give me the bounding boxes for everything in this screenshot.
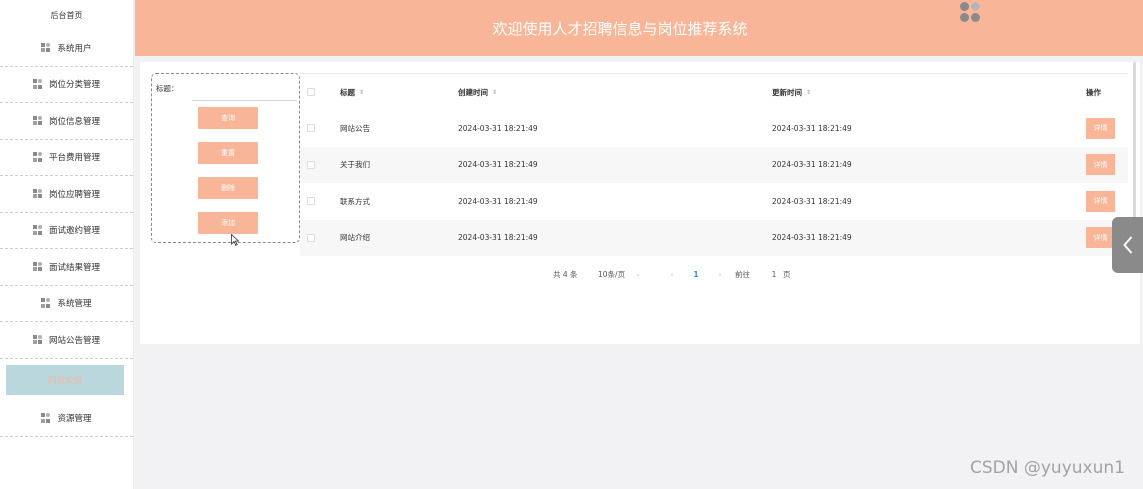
sidebar-item-label: 系统用户 [57, 43, 92, 54]
sidebar-item-label: 系统管理 [57, 299, 92, 310]
column-header-label: 更新时间 [772, 87, 802, 97]
watermark-text: CSDN @yuyuxun1 [970, 458, 1125, 478]
collapse-tab[interactable] [1112, 217, 1143, 273]
chevron-left-icon [1122, 236, 1132, 254]
sidebar-item-label: 岗位应聘管理 [48, 189, 100, 200]
delete-button[interactable]: 删除 [198, 177, 258, 199]
page-number-current[interactable]: 1 [684, 270, 708, 279]
column-header-label: 创建时间 [458, 87, 488, 97]
menu-icon [32, 261, 43, 272]
detail-button[interactable]: 详情 [1086, 227, 1115, 249]
pagination-total: 共 4 条 [553, 269, 578, 279]
cell-created: 2024-03-31 18:21:49 [458, 160, 538, 170]
sidebar-item-interview-invite[interactable]: 面试邀约管理 [0, 213, 133, 249]
cell-updated: 2024-03-31 18:21:49 [772, 123, 852, 133]
row-checkbox[interactable] [307, 197, 315, 206]
sidebar-item-resource-management[interactable]: 资源管理 [0, 401, 133, 437]
notice-table: 标题 ⇕ 创建时间 ⇕ 更新时间 ⇕ 操作 网站公告 2024-03-31 18:21… [300, 73, 1128, 256]
cell-created: 2024-03-31 18:21:49 [458, 196, 538, 206]
detail-button[interactable]: 详情 [1086, 117, 1115, 139]
title-filter-label: 标题： [156, 84, 179, 93]
sidebar: 后台首页 系统用户 岗位分类管理 岗位信息管理 平台费用管理 岗位应聘管理 面试… [0, 0, 134, 489]
sidebar-item-platform-fee[interactable]: 平台费用管理 [0, 140, 133, 176]
table-row: 关于我们 2024-03-31 18:21:49 2024-03-31 18:2… [300, 146, 1128, 183]
detail-button[interactable]: 详情 [1086, 190, 1115, 212]
cell-title: 网站介绍 [340, 233, 370, 243]
page-title: 欢迎使用人才招聘信息与岗位推荐系统 [492, 19, 748, 38]
vertical-scrollbar[interactable] [1133, 62, 1136, 222]
menu-icon [32, 79, 43, 89]
menu-icon [32, 115, 43, 126]
goto-page-input[interactable]: 1 [765, 270, 783, 279]
sidebar-item-job-info[interactable]: 岗位信息管理 [0, 103, 133, 140]
sidebar-item-label: 面试结果管理 [48, 262, 100, 273]
detail-button[interactable]: 详情 [1086, 154, 1115, 176]
menu-icon [41, 413, 51, 423]
table-row: 网站公告 2024-03-31 18:21:49 2024-03-31 18:2… [300, 110, 1128, 147]
sort-icon[interactable]: ⇕ [359, 89, 364, 96]
sidebar-item-site-notice[interactable]: 网站公告管理 [0, 322, 133, 359]
column-header-label: 标题 [340, 87, 355, 97]
app-logo-icon [960, 1, 981, 22]
column-header-operation: 操作 [1086, 87, 1101, 97]
row-checkbox[interactable] [307, 124, 315, 133]
cell-created: 2024-03-31 18:21:49 [458, 123, 538, 133]
sidebar-item-label: 资源管理 [57, 414, 92, 425]
select-all-checkbox[interactable] [307, 88, 315, 96]
table-row: 网站介绍 2024-03-31 18:21:49 2024-03-31 18:2… [300, 219, 1128, 256]
goto-label: 前往 [735, 269, 750, 279]
sidebar-subitem-label: 网站公告 [47, 375, 82, 386]
menu-icon [32, 334, 43, 345]
menu-icon [32, 225, 43, 235]
row-checkbox[interactable] [307, 233, 315, 242]
table-header-row: 标题 ⇕ 创建时间 ⇕ 更新时间 ⇕ 操作 [300, 74, 1128, 110]
cell-updated: 2024-03-31 18:21:49 [772, 160, 852, 170]
sidebar-item-label: 岗位信息管理 [48, 116, 100, 127]
top-header: 欢迎使用人才招聘信息与岗位推荐系统 [135, 0, 1143, 56]
query-button[interactable]: 查询 [198, 107, 258, 129]
cell-created: 2024-03-31 18:21:49 [458, 233, 538, 243]
pagination: 共 4 条 10条/页 ⌄ ‹ 1 › 前往 1 页 [553, 266, 791, 282]
column-header-title[interactable]: 标题 ⇕ [340, 87, 364, 98]
sidebar-item-job-application[interactable]: 岗位应聘管理 [0, 176, 133, 213]
search-panel: 标题： 查询 重置 删除 添加 [151, 73, 300, 243]
page-size-select[interactable]: 10条/页 ⌄ [598, 269, 660, 280]
menu-icon [41, 298, 51, 308]
sort-icon[interactable]: ⇕ [492, 89, 497, 96]
menu-icon [32, 188, 43, 199]
column-header-created[interactable]: 创建时间 ⇕ [458, 87, 497, 98]
sidebar-item-system-management[interactable]: 系统管理 [0, 286, 133, 322]
cell-updated: 2024-03-31 18:21:49 [772, 196, 852, 206]
sidebar-home-label: 后台首页 [50, 10, 83, 20]
page-unit-label: 页 [783, 269, 791, 279]
sidebar-home-link[interactable]: 后台首页 [0, 0, 133, 30]
chevron-down-icon: ⌄ [635, 270, 641, 278]
menu-icon [41, 42, 51, 53]
sidebar-subitem-site-notice[interactable]: 网站公告 [6, 364, 124, 395]
row-checkbox[interactable] [307, 160, 315, 169]
sidebar-item-label: 面试邀约管理 [48, 226, 100, 237]
sort-icon[interactable]: ⇕ [806, 89, 811, 96]
next-page-icon[interactable]: › [708, 270, 732, 279]
add-button[interactable]: 添加 [198, 212, 258, 234]
sidebar-item-label: 平台费用管理 [48, 153, 100, 164]
sidebar-item-system-users[interactable]: 系统用户 [0, 30, 133, 67]
sidebar-item-label: 岗位分类管理 [48, 80, 100, 91]
table-row: 联系方式 2024-03-31 18:21:49 2024-03-31 18:2… [300, 183, 1128, 220]
column-header-updated[interactable]: 更新时间 ⇕ [772, 87, 811, 98]
menu-icon [32, 152, 43, 162]
title-search-input[interactable] [192, 80, 297, 101]
cell-title: 关于我们 [340, 160, 370, 170]
sidebar-item-job-category[interactable]: 岗位分类管理 [0, 67, 133, 103]
cell-title: 网站公告 [340, 123, 370, 133]
sidebar-item-label: 网站公告管理 [48, 335, 100, 346]
mouse-cursor-icon [231, 234, 239, 246]
cell-updated: 2024-03-31 18:21:49 [772, 233, 852, 243]
prev-page-icon[interactable]: ‹ [660, 270, 684, 279]
page-size-value: 10条/页 [598, 269, 626, 279]
reset-button[interactable]: 重置 [198, 142, 258, 164]
sidebar-item-interview-result[interactable]: 面试结果管理 [0, 249, 133, 286]
cell-title: 联系方式 [340, 196, 370, 206]
